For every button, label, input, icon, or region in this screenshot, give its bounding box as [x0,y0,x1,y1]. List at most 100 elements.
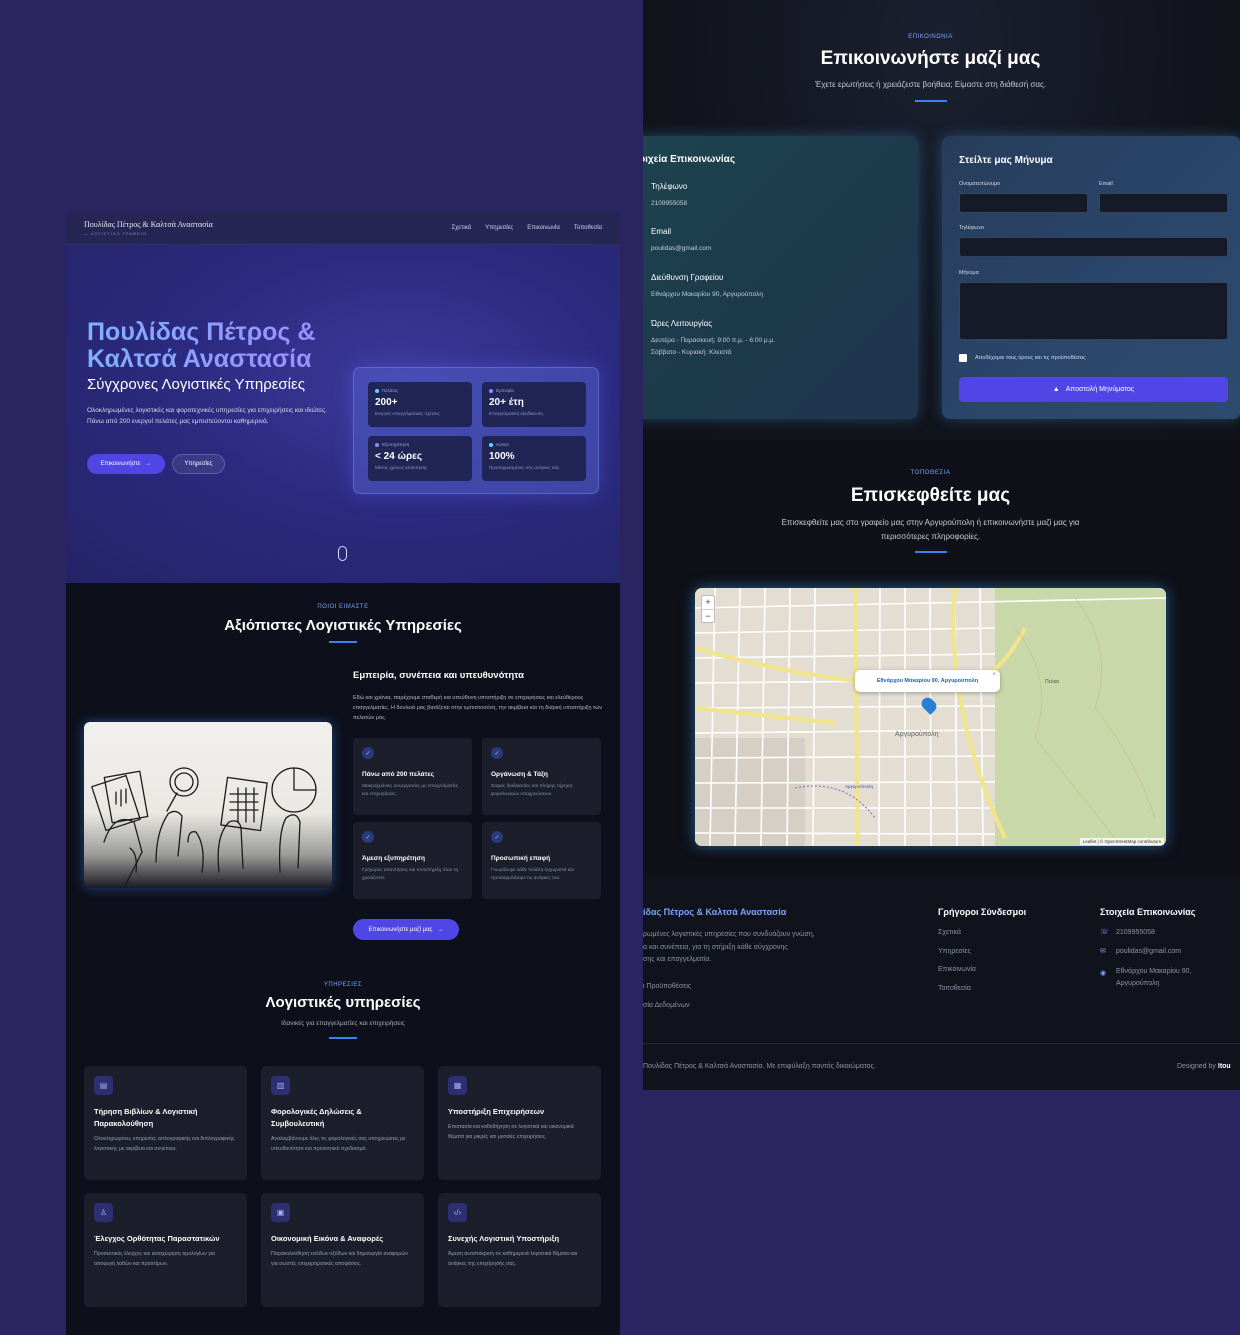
message-label: Μήνυμα [959,270,979,276]
nav-link-contact[interactable]: Επικοινωνία [527,225,560,231]
zoom-out-button[interactable]: − [702,609,714,623]
top-navbar: Πουλίδας Πέτρος & Καλτσά Αναστασία — ΛΟΓ… [66,212,620,245]
service-title: Συνεχής Λογιστική Υποστήριξη [448,1234,560,1243]
footer-designed-by: Designed by Itou [1177,1063,1231,1070]
service-desc: Επιστασία και καθοδήγηση σε λογιστικά κα… [448,1124,574,1140]
receipt-icon: ▥ [271,1076,290,1095]
phone-icon: ☏ [1100,929,1109,936]
contact-info-title: οιχεία Επικοινωνίας [643,154,736,165]
stat-value: < 24 ώρες [375,451,423,462]
service-card-bookkeeping[interactable]: ▤ Τήρηση Βιβλίων & Λογιστική Παρακολούθη… [84,1066,247,1180]
message-textarea[interactable] [959,282,1228,340]
feature-desc: Μακροχρόνιες συνεργασίες με επαγγελματίε… [362,784,459,797]
phone-field[interactable] [959,237,1228,257]
footer-link-about[interactable]: Σχετικά [938,929,961,936]
footer-desc-line: σης και επαγγελματία. [643,956,712,963]
submit-button[interactable]: ▲ Αποστολή Μηνύματος [959,377,1228,402]
service-card-invoice-check[interactable]: ♙ Έλεγχος Ορθότητας Παραστατικών Προσεκτ… [84,1193,247,1307]
terms-checkbox[interactable] [959,354,967,362]
scroll-mouse-icon[interactable] [338,546,347,561]
hours-weekdays: Δευτέρα - Παρασκευή: 9:00 π.μ. - 6:00 μ.… [651,337,775,344]
document-icon: ▤ [94,1076,113,1095]
service-title: Οικονομική Εικόνα & Αναφορές [271,1234,384,1243]
brand-logo[interactable]: Πουλίδας Πέτρος & Καλτσά Αναστασία — ΛΟΓ… [84,220,213,236]
about-contact-button[interactable]: Επικοινωνήστε μαζί μας → [353,919,459,940]
location-title: Επισκεφθείτε μας [850,485,1011,506]
terms-label: Αποδέχομαι τους όρους και τις προϋποθέσε… [975,355,1086,361]
location-subtitle-line-2: περισσότερες πληροφορίες. [880,532,981,541]
name-field[interactable] [959,193,1088,213]
service-card-financial-reports[interactable]: ▣ Οικονομική Εικόνα & Αναφορές Παρακολού… [261,1193,424,1307]
contact-item-label: Διεύθυνση Γραφείου [651,273,724,282]
nav-link-location[interactable]: Τοποθεσία [574,225,602,231]
services-underline [329,1037,357,1039]
stat-label: Εξυπηρέτηση [382,442,410,447]
hero-contact-button[interactable]: Επικοινωνήστε → [87,454,165,474]
stat-card-experience: Εμπειρία 20+ έτη Επαγγελματική εξειδίκευ… [482,382,586,427]
feature-card-fast-service: ✓ Άμεση εξυπηρέτηση Γρήγορες απαντήσεις … [353,822,472,899]
footer-phone[interactable]: 2109955058 [1116,929,1155,936]
stat-label: Εμπειρία [496,388,514,393]
footer-terms-link[interactable]: ι Προϋποθέσεις [643,983,691,990]
dot-icon [375,388,379,393]
location-map[interactable]: Αργυρούπολη Πεύκα Αργυρούπολη + − Εθνάρχ… [695,588,1166,846]
dot-icon [375,442,379,447]
service-card-ongoing-support[interactable]: ‹/› Συνεχής Λογιστική Υποστήριξη Άμεση α… [438,1193,601,1307]
nav-link-services[interactable]: Υπηρεσίες [485,225,513,231]
feature-desc: Γνωρίζουμε κάθε πελάτη ξεχωριστά και προ… [491,868,574,881]
feature-card-personal-contact: ✓ Προσωπική επαφή Γνωρίζουμε κάθε πελάτη… [482,822,601,899]
designer-link[interactable]: Itou [1218,1063,1231,1070]
email-field[interactable] [1099,193,1228,213]
footer-link-location[interactable]: Τοποθεσία [938,985,971,992]
arrow-right-icon: → [145,461,152,467]
contact-section: ΕΠΙΚΟΙΝΩΝΙΑ Επικοινωνήστε μαζί μας Έχετε… [643,0,1240,440]
contact-subtitle: Έχετε ερωτήσεις ή χρειάζεστε βοήθεια; Εί… [814,80,1047,89]
feature-title: Πάνω από 200 πελάτες [362,771,434,778]
hero-services-button[interactable]: Υπηρεσίες [172,454,225,474]
building-icon: ▣ [271,1203,290,1222]
street-map-tiles: Αργυρούπολη Πεύκα Αργυρούπολη [695,588,1166,846]
footer-privacy-link[interactable]: σία Δεδομένων [643,1002,690,1009]
stat-value: 100% [489,451,515,462]
footer-address-line: Εθνάρχου Μακαρίου 90, [1116,968,1192,975]
footer-description: ρωμένες λογιστικές υπηρεσίες που συνδυάζ… [643,929,815,967]
hero-title-line-2: Καλτσά Αναστασία [87,345,312,373]
contact-item-value[interactable]: 2109955058 [651,198,687,210]
accounting-illustration [84,722,332,888]
mail-icon: ✉ [1100,948,1106,955]
about-text: Εδώ και χρόνια, παρέχουμε σταθερή και υπ… [353,695,603,721]
submit-label: Αποστολή Μηνύματος [1065,386,1135,393]
form-title: Στείλτε μας Μήνυμα [959,155,1053,166]
contact-phone-item: ☏ Τηλέφωνο 2109955058 [651,182,687,210]
nav-link-about[interactable]: Σχετικά [451,225,471,231]
contact-item-label: Τηλέφωνο [651,182,688,191]
hero-title-line-1: Πουλίδας Πέτρος & [87,318,316,346]
map-label-area: Αργυρούπολη [845,783,874,789]
service-desc: Ολοκληρωμένες υπηρεσίες απλογραφικής και… [94,1136,235,1152]
footer-link-contact[interactable]: Επικοινωνία [938,966,976,973]
footer-email[interactable]: poulidas@gmail.com [1116,948,1181,955]
hours-weekend: Σάββατο - Κυριακή: Κλειστά [651,349,732,356]
close-icon[interactable]: × [992,672,996,678]
about-contact-label: Επικοινωνήστε μαζί μας [368,926,433,933]
service-desc: Παρακολούθηση εσόδων-εξόδων και δημιουργ… [271,1251,408,1267]
check-circle-icon: ✓ [491,747,503,759]
zoom-in-button[interactable]: + [702,596,714,609]
feature-title: Οργάνωση & Τάξη [491,771,548,778]
services-subtitle: Ιδανικές για επαγγελματίες και επιχειρήσ… [281,1020,405,1027]
footer-copyright: Πουλίδας Πέτρος & Καλτσά Αναστασία. Με ε… [643,1063,876,1070]
map-attribution[interactable]: Leaflet | © OpenStreetMap contributors [1079,838,1164,845]
service-card-business-support[interactable]: ▦ Υποστήριξη Επιχειρήσεων Επιστασία και … [438,1066,601,1180]
service-title: Τήρηση Βιβλίων & Λογιστική Παρακολούθηση [94,1107,198,1128]
about-tag: ΠΟΙΟΙ ΕΙΜΑΣΤΕ [317,604,369,610]
service-desc: Αναλαμβάνουμε όλες τις φορολογικές σας υ… [271,1136,406,1152]
stat-note: Προσαρμοσμένες στις ανάγκες σας [489,465,560,470]
footer-link-services[interactable]: Υπηρεσίες [938,948,971,955]
footer-desc-line: ρωμένες λογιστικές υπηρεσίες που συνδυάζ… [643,931,815,938]
contact-item-value[interactable]: poulidas@gmail.com [651,243,711,255]
service-desc: Προσεκτικός έλεγχος και καταχώρηση τιμολ… [94,1251,216,1267]
service-card-tax[interactable]: ▥ Φορολογικές Δηλώσεις & Συμβουλευτική Α… [261,1066,424,1180]
hero-contact-label: Επικοινωνήστε [100,461,141,467]
footer-address-line: Αργυρούπολη [1116,980,1160,987]
arrow-right-icon: → [437,926,444,933]
